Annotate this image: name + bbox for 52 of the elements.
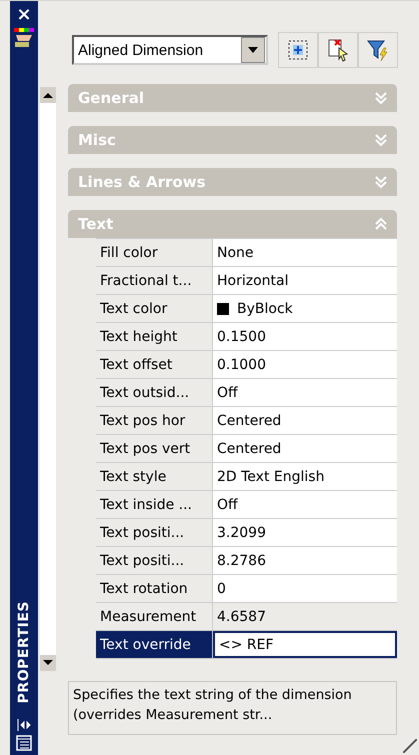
expand-icon xyxy=(375,91,387,105)
auto-hide-icon[interactable] xyxy=(17,719,31,731)
property-value[interactable]: None xyxy=(213,239,397,266)
object-type-dropdown[interactable]: Aligned Dimension xyxy=(72,35,268,65)
description-text: Specifies the text string of the dimension (overrides Measurement str... xyxy=(73,686,353,725)
select-objects-button[interactable] xyxy=(278,32,318,68)
property-value[interactable]: 0.1000 xyxy=(213,351,397,378)
quick-select-button[interactable] xyxy=(358,32,398,68)
property-name[interactable]: Fractional t... xyxy=(96,267,212,294)
scroll-up-button[interactable] xyxy=(40,87,56,103)
resize-grip-icon[interactable] xyxy=(403,739,417,753)
scroll-down-button[interactable] xyxy=(40,655,56,671)
select-objects-icon xyxy=(287,39,309,61)
property-value[interactable]: 4.6587 xyxy=(213,603,397,630)
property-name[interactable]: Text positi... xyxy=(96,547,212,574)
property-name[interactable]: Fill color xyxy=(96,239,212,266)
property-name[interactable]: Text color xyxy=(96,295,212,322)
property-value[interactable]: 8.2786 xyxy=(213,547,397,574)
property-value[interactable]: Centered xyxy=(213,407,397,434)
property-value-field[interactable]: <> REF xyxy=(213,631,397,658)
caret-icon xyxy=(248,47,258,53)
property-value[interactable]: ByBlock xyxy=(213,295,397,322)
property-name[interactable]: Text style xyxy=(96,463,212,490)
property-name[interactable]: Measurement xyxy=(96,603,212,630)
property-name[interactable]: Text positi... xyxy=(96,519,212,546)
property-value[interactable]: Off xyxy=(213,379,397,406)
property-value[interactable]: Horizontal xyxy=(213,267,397,294)
filter-icon xyxy=(366,38,390,62)
property-name[interactable]: Text height xyxy=(96,323,212,350)
property-name[interactable]: Text inside ... xyxy=(96,491,212,518)
property-value[interactable]: 3.2099 xyxy=(213,519,397,546)
down-arrow-icon xyxy=(43,660,53,666)
pick-add-button[interactable] xyxy=(318,32,358,68)
menu-icon[interactable] xyxy=(16,735,32,751)
property-value[interactable]: 2D Text English xyxy=(213,463,397,490)
property-value[interactable]: Centered xyxy=(213,435,397,462)
property-name[interactable]: Text override xyxy=(96,631,212,658)
property-name[interactable]: Text pos vert xyxy=(96,435,212,462)
property-name[interactable]: Text outsid... xyxy=(96,379,212,406)
expand-icon xyxy=(375,175,387,189)
property-value[interactable]: 0.1500 xyxy=(213,323,397,350)
cursor-page-icon xyxy=(327,38,349,62)
property-name[interactable]: Text offset xyxy=(96,351,212,378)
close-button[interactable]: × xyxy=(16,7,32,23)
panel-title: PROPERTIES xyxy=(16,600,32,703)
property-value[interactable]: 0 xyxy=(213,575,397,602)
property-name[interactable]: Text rotation xyxy=(96,575,212,602)
expand-icon xyxy=(375,133,387,147)
property-value[interactable]: Off xyxy=(213,491,397,518)
up-arrow-icon xyxy=(43,92,53,98)
collapse-icon xyxy=(375,217,387,231)
property-name[interactable]: Text pos hor xyxy=(96,407,212,434)
